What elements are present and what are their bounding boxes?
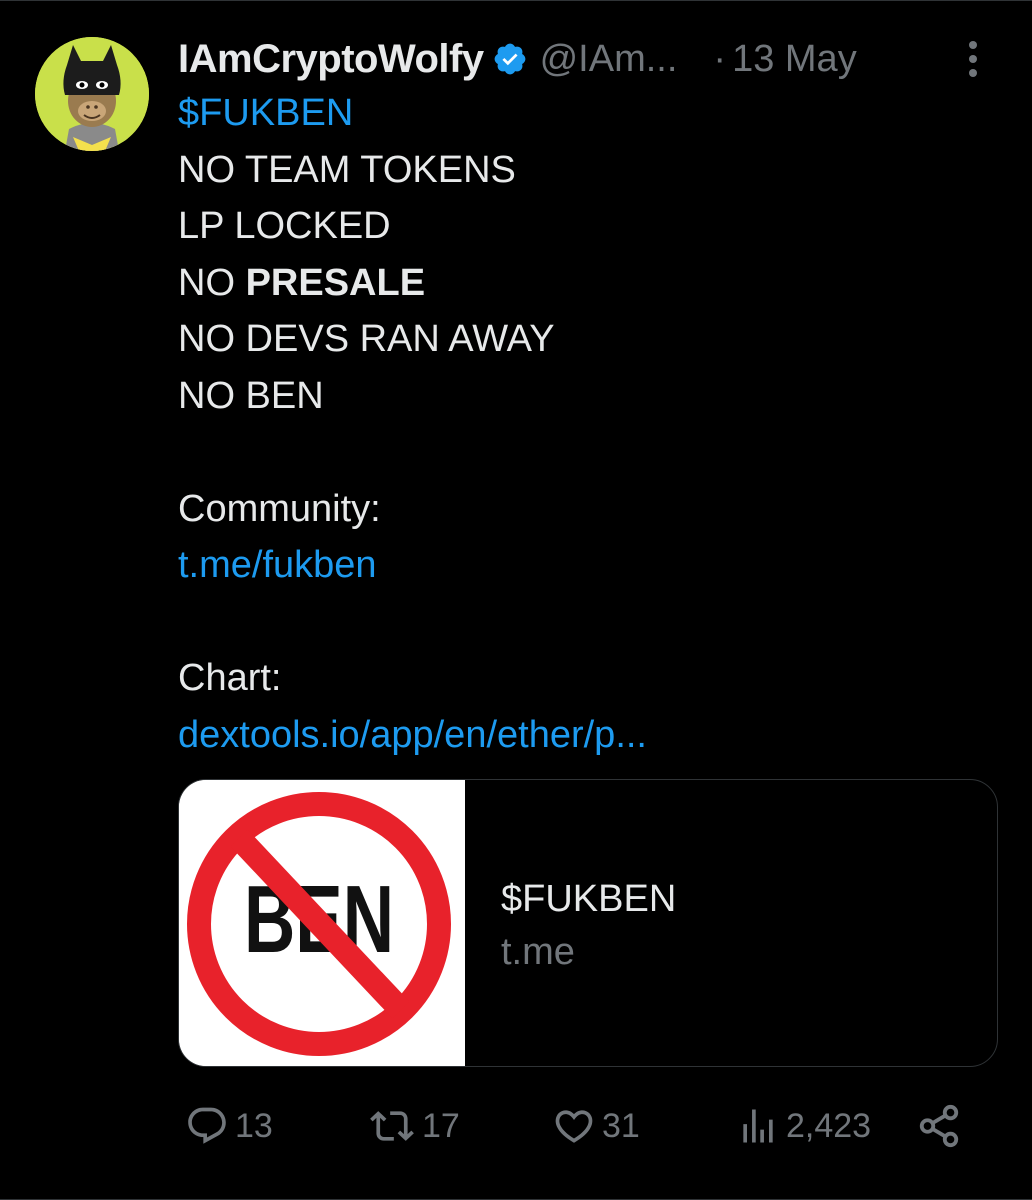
like-icon — [555, 1110, 593, 1143]
link-preview-card[interactable]: BEN $FUKBEN t.me — [178, 779, 998, 1067]
chart-link[interactable]: dextools.io/app/en/ether/p... — [178, 707, 978, 764]
reply-count: 13 — [235, 1106, 273, 1145]
tweet-line: NO DEVS RAN AWAY — [178, 318, 555, 360]
card-title[interactable]: $FUKBEN — [501, 874, 676, 924]
like-button[interactable]: 31 — [552, 1101, 640, 1151]
tweet[interactable]: IAmCryptoWolfy @IAm... · 13 May $FUKBEN … — [0, 0, 1032, 1200]
avatar[interactable] — [35, 37, 149, 151]
like-count: 31 — [602, 1106, 640, 1145]
tweet-line: NO BEN — [178, 374, 324, 417]
share-icon — [919, 1104, 959, 1148]
card-image[interactable]: BEN — [179, 780, 465, 1066]
community-link[interactable]: t.me/fukben — [178, 537, 978, 594]
author-display-name[interactable]: IAmCryptoWolfy — [178, 37, 484, 82]
share-button[interactable] — [916, 1101, 962, 1151]
author-handle[interactable]: @IAm... — [540, 38, 678, 81]
chart-label: Chart: — [178, 657, 282, 699]
reply-icon — [188, 1107, 226, 1144]
tweet-line: LP LOCKED — [178, 205, 391, 247]
repost-icon — [370, 1111, 414, 1141]
separator-dot: · — [713, 37, 727, 80]
tweet-text: $FUKBEN NO TEAM TOKENS LP LOCKED NO PRES… — [178, 85, 978, 763]
community-label: Community: — [178, 487, 381, 530]
cashtag-link[interactable]: $FUKBEN — [178, 85, 978, 142]
tweet-line: NO PRESALE — [178, 255, 978, 312]
views-button[interactable]: 2,423 — [736, 1101, 871, 1151]
views-icon — [743, 1109, 773, 1143]
tweet-header: IAmCryptoWolfy @IAm... · 13 May — [178, 31, 998, 87]
reply-button[interactable]: 13 — [185, 1101, 273, 1151]
tweet-date[interactable]: 13 May — [732, 38, 857, 81]
tweet-line: NO TEAM TOKENS — [178, 148, 516, 191]
avatar-ape-icon — [35, 37, 149, 151]
tweet-line-bold: PRESALE — [245, 261, 426, 304]
repost-button[interactable]: 17 — [368, 1101, 460, 1151]
action-bar: 13 17 31 2,423 — [0, 1101, 1032, 1151]
more-icon[interactable] — [958, 37, 988, 81]
card-domain: t.me — [501, 931, 575, 973]
views-count: 2,423 — [786, 1106, 872, 1145]
card-text: $FUKBEN t.me — [501, 874, 676, 980]
tweet-line-prefix: NO — [178, 261, 246, 304]
verified-badge-icon[interactable] — [492, 41, 528, 77]
no-ben-image: BEN — [179, 780, 465, 1066]
repost-count: 17 — [422, 1106, 460, 1145]
